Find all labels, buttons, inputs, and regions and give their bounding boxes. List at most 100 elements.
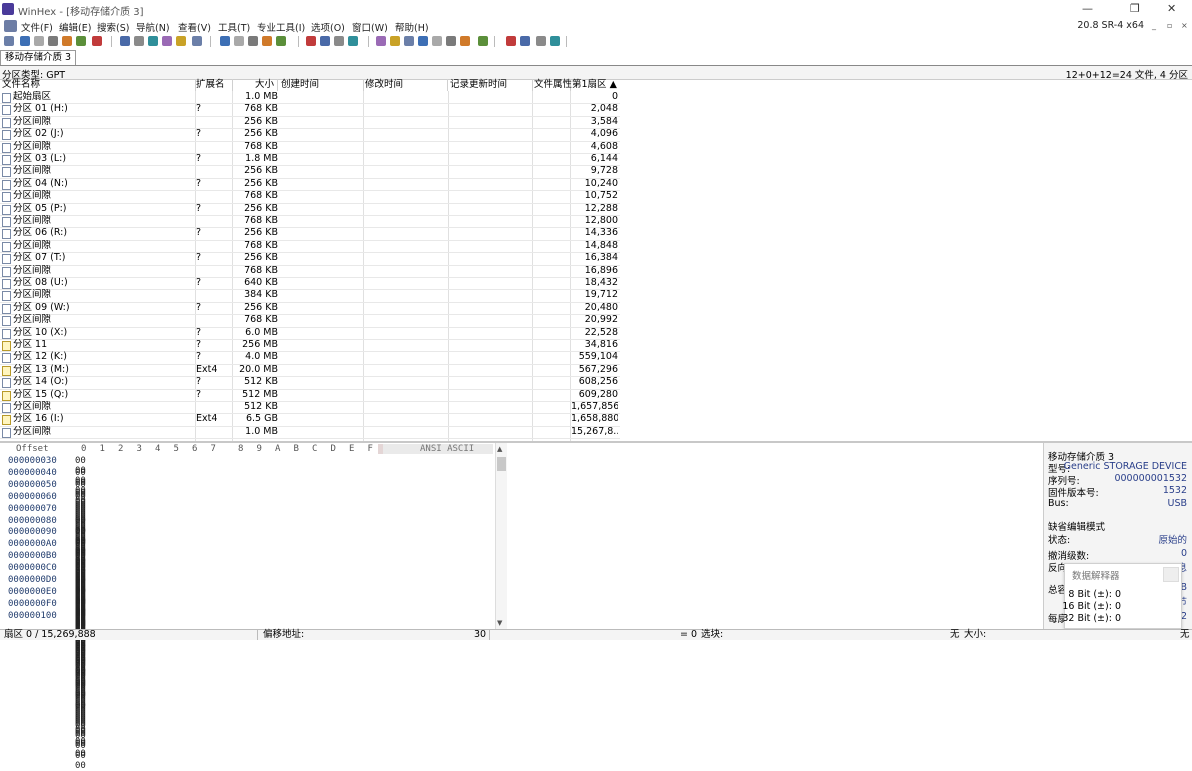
- file-icon: [2, 254, 11, 265]
- snapshot-icon[interactable]: [460, 36, 470, 46]
- save-icon[interactable]: [34, 36, 44, 46]
- table-row[interactable]: 分区间隙 512 KB 1,657,856: [0, 401, 620, 415]
- maximize-button[interactable]: ❐: [1130, 2, 1140, 15]
- disk-editor-icon[interactable]: [376, 36, 386, 46]
- mdi-restore-button[interactable]: ▫: [1167, 21, 1172, 30]
- report-icon[interactable]: [478, 36, 488, 46]
- table-row[interactable]: 分区 12 (K:)? 4.0 MB 559,104: [0, 351, 620, 365]
- copy-icon[interactable]: [134, 36, 144, 46]
- col-header-attributes[interactable]: 文件属性: [534, 79, 572, 91]
- table-row[interactable]: 起始扇区 1.0 MB 0: [0, 91, 620, 105]
- ram-editor-icon[interactable]: [390, 36, 400, 46]
- table-row[interactable]: 分区间隙 768 KB 14,848: [0, 240, 620, 254]
- col-header-created[interactable]: 创建时间: [281, 79, 364, 91]
- table-row[interactable]: 分区 04 (N:)? 256 KB 10,240: [0, 178, 620, 192]
- replace-icon[interactable]: [248, 36, 258, 46]
- menu-tools[interactable]: 工具(T): [218, 20, 250, 34]
- col-header-first-sector[interactable]: 第1扇区 ▲: [572, 79, 620, 91]
- goto-offset-icon[interactable]: [306, 36, 316, 46]
- menu-edit[interactable]: 编辑(E): [59, 20, 91, 34]
- table-row[interactable]: 分区间隙 768 KB 10,752: [0, 190, 620, 204]
- menu-search[interactable]: 搜索(S): [97, 20, 129, 34]
- back-icon[interactable]: [334, 36, 344, 46]
- bookmark-icon[interactable]: [550, 36, 560, 46]
- prev-icon[interactable]: [520, 36, 530, 46]
- col-header-modified[interactable]: 修改时间: [365, 79, 448, 91]
- table-row[interactable]: 分区 09 (W:)? 256 KB 20,480: [0, 302, 620, 316]
- menu-file[interactable]: 文件(F): [21, 20, 53, 34]
- menu-specialist[interactable]: 专业工具(I): [257, 20, 305, 34]
- convert-icon[interactable]: [192, 36, 202, 46]
- interpreter-options-icon[interactable]: [1163, 567, 1179, 582]
- cell-first-sector: 22,528: [584, 326, 618, 338]
- find-next-icon[interactable]: [262, 36, 272, 46]
- hex-editor[interactable]: Offset 0123456789ABCDEF Y ANSI ASCII 000…: [0, 443, 505, 771]
- table-row[interactable]: 分区 05 (P:)? 256 KB 12,288: [0, 203, 620, 216]
- find-icon[interactable]: [220, 36, 230, 46]
- scroll-up-icon[interactable]: ▲: [497, 445, 502, 453]
- tab-removable-media-3[interactable]: 移动存储介质 3: [0, 50, 77, 65]
- cell-ext: [196, 240, 232, 252]
- table-row[interactable]: 分区间隙 256 KB 9,728: [0, 165, 620, 179]
- close-button[interactable]: ✕: [1167, 2, 1176, 15]
- scroll-down-icon[interactable]: ▼: [497, 619, 502, 627]
- menu-navigate[interactable]: 导航(N): [136, 20, 170, 34]
- replace-hex-icon[interactable]: [276, 36, 286, 46]
- table-row[interactable]: 分区 11? 256 MB 34,816: [0, 339, 620, 353]
- clipboard-icon[interactable]: [162, 36, 172, 46]
- open-icon[interactable]: [20, 36, 30, 46]
- table-row[interactable]: 分区 01 (H:)? 768 KB 2,048: [0, 103, 620, 117]
- table-row[interactable]: 分区 02 (J:)? 256 KB 4,096: [0, 128, 620, 142]
- next-icon[interactable]: [536, 36, 546, 46]
- col-header-ext[interactable]: 扩展名: [196, 79, 233, 91]
- table-row[interactable]: 分区间隙 384 KB 19,712: [0, 289, 620, 303]
- table-row[interactable]: 分区间隙 1.0 MB 15,267,8...: [0, 426, 620, 440]
- data-interpreter-window[interactable]: 数据解释器 8 Bit (±): 0 16 Bit (±): 0 32 Bit …: [1062, 563, 1182, 629]
- fill-icon[interactable]: [176, 36, 186, 46]
- mdi-close-button[interactable]: ×: [1181, 21, 1188, 30]
- paste-icon[interactable]: [148, 36, 158, 46]
- close-icon[interactable]: [92, 36, 102, 46]
- print-icon[interactable]: [48, 36, 58, 46]
- find-hex-icon[interactable]: [234, 36, 244, 46]
- analyze-icon[interactable]: [446, 36, 456, 46]
- hex-offset: 0000000F0: [8, 598, 57, 609]
- hex-vertical-scrollbar[interactable]: ▲ ▼: [495, 443, 507, 629]
- forward-icon[interactable]: [348, 36, 358, 46]
- mdi-minimize-button[interactable]: _: [1152, 21, 1156, 30]
- table-row[interactable]: 分区 06 (R:)? 256 KB 14,336: [0, 227, 620, 241]
- table-row[interactable]: 分区 08 (U:)? 640 KB 18,432: [0, 277, 620, 291]
- table-row[interactable]: 分区 16 (I:) Ext4 6.5 GB 1,658,880: [0, 413, 620, 427]
- col-header-name[interactable]: 文件名称: [2, 79, 196, 91]
- open-disk-icon[interactable]: [76, 36, 86, 46]
- app-menu-icon[interactable]: [4, 20, 17, 32]
- open-disk2-icon[interactable]: [404, 36, 414, 46]
- new-file-icon[interactable]: [4, 36, 14, 46]
- view-icon[interactable]: [506, 36, 516, 46]
- calculator-icon[interactable]: [418, 36, 428, 46]
- col-header-size[interactable]: 大小: [233, 79, 278, 91]
- menu-window[interactable]: 窗口(W): [352, 20, 388, 34]
- table-row[interactable]: 分区间隙 768 KB 12,800: [0, 215, 620, 229]
- undo-icon[interactable]: [120, 36, 130, 46]
- table-row[interactable]: 分区间隙 768 KB 4,608: [0, 141, 620, 154]
- table-row[interactable]: 分区间隙 768 KB 16,896: [0, 265, 620, 278]
- table-row[interactable]: 分区间隙 256 KB 3,584: [0, 116, 620, 130]
- properties-icon[interactable]: [62, 36, 72, 46]
- scroll-thumb[interactable]: [497, 457, 506, 471]
- table-row[interactable]: 分区 13 (M:) Ext4 20.0 MB 567,296: [0, 364, 620, 378]
- hash-icon[interactable]: [432, 36, 442, 46]
- table-row[interactable]: 分区间隙 768 KB 20,992: [0, 314, 620, 328]
- table-row[interactable]: 分区 10 (X:)? 6.0 MB 22,528: [0, 327, 620, 340]
- minimize-button[interactable]: —: [1082, 2, 1093, 15]
- menu-options[interactable]: 选项(O): [311, 20, 345, 34]
- goto-sector-icon[interactable]: [320, 36, 330, 46]
- table-row[interactable]: 分区 03 (L:)? 1.8 MB 6,144: [0, 153, 620, 167]
- table-row[interactable]: 分区 07 (T:)? 256 KB 16,384: [0, 252, 620, 266]
- menu-help[interactable]: 帮助(H): [395, 20, 429, 34]
- col-header-record-updated[interactable]: 记录更新时间: [450, 79, 533, 91]
- cell-size: 768 KB: [244, 140, 278, 152]
- menu-view[interactable]: 查看(V): [178, 20, 211, 34]
- table-row[interactable]: 分区 15 (Q:)? 512 MB 609,280: [0, 389, 620, 402]
- table-row[interactable]: 分区 14 (O:)? 512 KB 608,256: [0, 376, 620, 390]
